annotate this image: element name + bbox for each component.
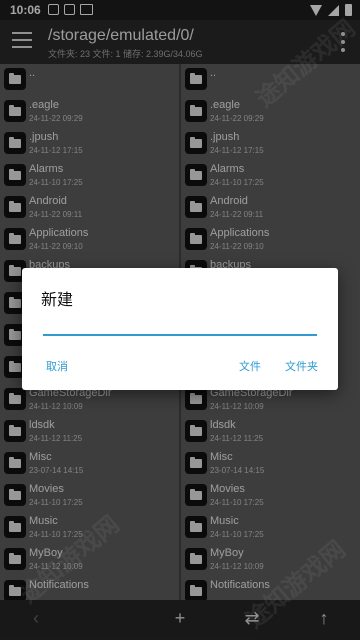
cancel-button[interactable]: 取消 — [46, 358, 68, 374]
dialog-title: 新建 — [41, 292, 74, 309]
new-folder-button[interactable]: 文件夹 — [285, 358, 318, 374]
new-item-dialog: 新建 取消 文件 文件夹 — [22, 268, 338, 390]
new-file-button[interactable]: 文件 — [239, 358, 261, 374]
file-manager-app: 10:06 /storage/emulated/0/ 文件夹: 23 文件: 1… — [0, 0, 360, 640]
name-input[interactable] — [43, 314, 317, 336]
